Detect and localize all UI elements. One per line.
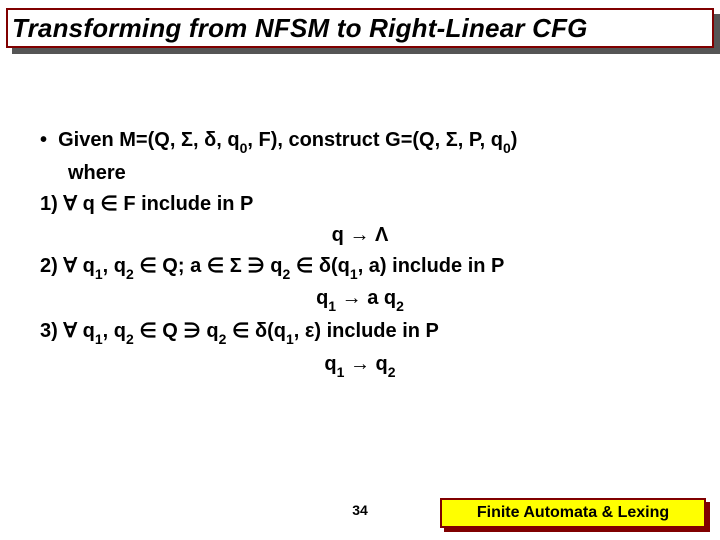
t: Given M=(Q, xyxy=(58,129,181,151)
t: , P, q xyxy=(458,129,503,151)
elem: ∈ xyxy=(100,193,117,215)
lambda: Λ xyxy=(375,224,388,246)
title-box: Transforming from NFSM to Right-Linear C… xyxy=(6,8,714,48)
suchthat: ∋ xyxy=(183,320,200,342)
t: q xyxy=(77,193,100,215)
t: q xyxy=(316,287,328,309)
footer-box: Finite Automata & Lexing xyxy=(440,498,706,528)
sigma: Σ xyxy=(181,129,193,151)
sub: 1 xyxy=(328,298,336,314)
sub: 2 xyxy=(388,364,396,380)
t: q xyxy=(265,255,283,277)
t: a q xyxy=(362,287,396,309)
t: 3) xyxy=(40,320,63,342)
sub: 1 xyxy=(337,364,345,380)
suchthat: ∋ xyxy=(247,255,264,277)
t: q xyxy=(201,320,219,342)
t: q xyxy=(77,255,95,277)
sub: 2 xyxy=(126,266,134,282)
sigma: Σ xyxy=(446,129,458,151)
t: q xyxy=(370,353,388,375)
t: 1) xyxy=(40,193,63,215)
t: , xyxy=(294,320,305,342)
elem: ∈ xyxy=(296,255,313,277)
t: 2) xyxy=(40,255,63,277)
rule-3-prod: q1 → q2 xyxy=(40,349,680,382)
page-number: 34 xyxy=(352,502,368,518)
t: , q xyxy=(103,255,126,277)
forall: ∀ xyxy=(63,320,77,342)
sub: 1 xyxy=(95,266,103,282)
elem: ∈ xyxy=(232,320,249,342)
t: q xyxy=(77,320,95,342)
delta: δ xyxy=(204,129,216,151)
t: (q xyxy=(331,255,350,277)
rule-3: 3) ∀ q1, q2 ∈ Q ∋ q2 ∈ δ(q1, ε) include … xyxy=(40,316,680,349)
t: where xyxy=(68,162,126,184)
t: , q xyxy=(103,320,126,342)
rule-1-prod: q → Λ xyxy=(40,220,680,251)
sub: 1 xyxy=(286,331,294,347)
footer-banner: Finite Automata & Lexing xyxy=(440,498,706,528)
arrow: → xyxy=(349,224,369,246)
delta: δ xyxy=(319,255,331,277)
sub: 2 xyxy=(283,266,291,282)
rule-2-prod: q1 → a q2 xyxy=(40,283,680,316)
where-line: where xyxy=(40,158,680,189)
forall: ∀ xyxy=(63,193,77,215)
t: , a) include in P xyxy=(358,255,505,277)
footer-label: Finite Automata & Lexing xyxy=(477,504,669,522)
sub: 0 xyxy=(240,140,248,156)
elem: ∈ xyxy=(139,320,156,342)
eps: ε xyxy=(305,320,315,342)
given-line: • Given M=(Q, Σ, δ, q0, F), construct G=… xyxy=(40,125,680,158)
t: Q xyxy=(157,320,184,342)
t: ) xyxy=(511,129,518,151)
sub: 2 xyxy=(396,298,404,314)
t: ) include in P xyxy=(314,320,438,342)
t: , xyxy=(193,129,204,151)
arrow: → xyxy=(350,353,370,375)
sub: 2 xyxy=(219,331,227,347)
sub: 1 xyxy=(95,331,103,347)
t: , q xyxy=(216,129,239,151)
sigma: Σ xyxy=(230,255,242,277)
forall: ∀ xyxy=(63,255,77,277)
elem: ∈ xyxy=(207,255,224,277)
t: Q; a xyxy=(157,255,207,277)
t: , F), construct G=(Q, xyxy=(247,129,445,151)
t: F include in P xyxy=(118,193,254,215)
title-banner: Transforming from NFSM to Right-Linear C… xyxy=(6,8,714,48)
rule-2: 2) ∀ q1, q2 ∈ Q; a ∈ Σ ∋ q2 ∈ δ(q1, a) i… xyxy=(40,251,680,284)
elem: ∈ xyxy=(139,255,156,277)
delta: δ xyxy=(255,320,267,342)
rule-1: 1) ∀ q ∈ F include in P xyxy=(40,189,680,220)
slide-title: Transforming from NFSM to Right-Linear C… xyxy=(12,13,588,44)
sub: 1 xyxy=(350,266,358,282)
arrow: → xyxy=(342,287,362,309)
t: q xyxy=(324,353,336,375)
sub: 0 xyxy=(503,140,511,156)
sub: 2 xyxy=(126,331,134,347)
t: q xyxy=(332,224,350,246)
t: (q xyxy=(267,320,286,342)
slide-body: • Given M=(Q, Σ, δ, q0, F), construct G=… xyxy=(40,125,680,381)
